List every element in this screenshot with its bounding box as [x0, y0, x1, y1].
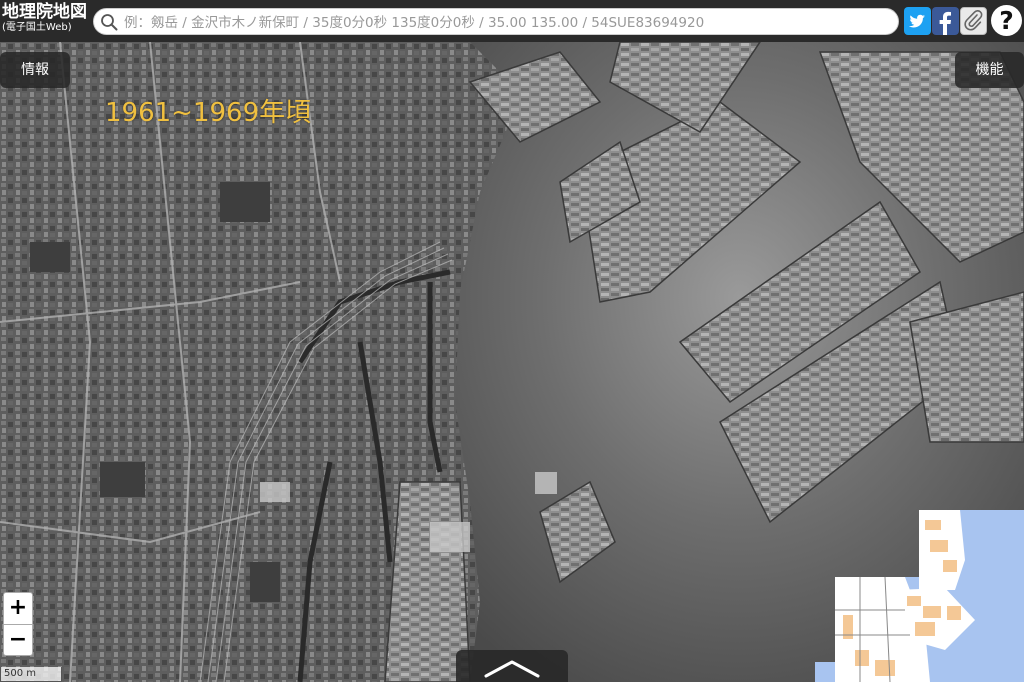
search-box[interactable] — [93, 8, 899, 35]
twitter-icon — [908, 14, 925, 28]
search-icon — [101, 14, 118, 31]
site-logo[interactable]: 地理院地図 (電子国土Web) — [2, 2, 90, 40]
function-button[interactable]: 機能 — [955, 52, 1024, 88]
zoom-in-button[interactable]: + — [4, 593, 32, 625]
twitter-share-button[interactable] — [904, 7, 931, 35]
info-button[interactable]: 情報 — [0, 52, 70, 88]
search-input[interactable] — [122, 10, 894, 35]
chevron-up-icon — [484, 660, 540, 678]
facebook-share-button[interactable] — [932, 7, 959, 35]
logo-subtitle: (電子国土Web) — [2, 22, 72, 33]
logo-title: 地理院地図 — [2, 2, 87, 22]
link-button[interactable] — [960, 7, 987, 35]
zoom-control: + − — [3, 592, 33, 656]
map-app: 地理院地図 (電子国土Web) ? — [0, 0, 1024, 682]
era-label: 1961~1969年頃 — [105, 98, 312, 128]
help-button[interactable]: ? — [991, 5, 1022, 36]
paperclip-icon — [964, 10, 983, 31]
overview-minimap[interactable] — [815, 510, 1024, 682]
bottom-drawer-handle[interactable] — [456, 650, 568, 682]
zoom-out-button[interactable]: − — [4, 625, 32, 656]
header-bar: 地理院地図 (電子国土Web) ? — [0, 0, 1024, 42]
facebook-icon — [939, 11, 951, 35]
scale-bar: 500 m — [0, 667, 62, 682]
